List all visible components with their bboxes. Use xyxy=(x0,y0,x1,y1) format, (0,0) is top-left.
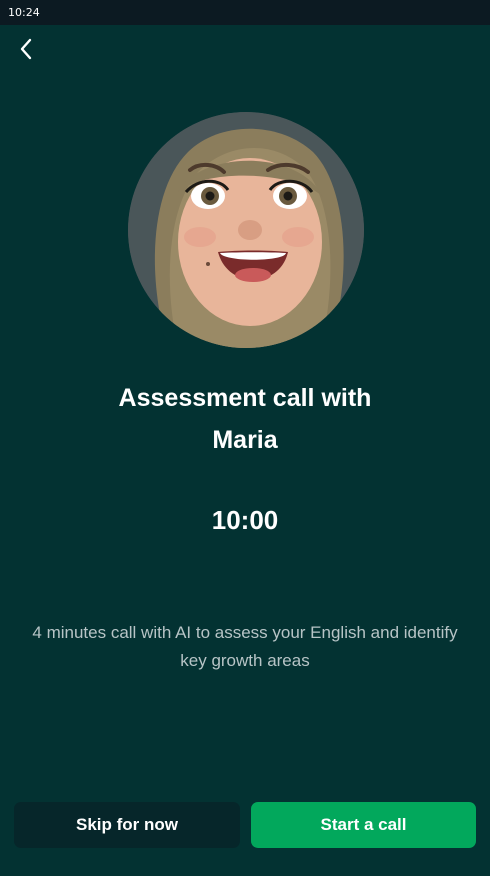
memoji-avatar-icon xyxy=(128,112,364,348)
chevron-left-icon xyxy=(20,38,32,60)
call-timer: 10:00 xyxy=(211,505,279,535)
call-description: 4 minutes call with AI to assess your En… xyxy=(32,623,458,670)
status-bar: 10:24 xyxy=(0,0,490,25)
call-title-line-1: Assessment call with xyxy=(118,384,372,412)
status-time: 10:24 xyxy=(8,6,40,19)
assessment-call-screen: Assessment call with Maria 10:00 4 minut… xyxy=(0,25,490,876)
start-call-button[interactable]: Start a call xyxy=(251,802,476,848)
avatar xyxy=(128,112,364,348)
back-button[interactable] xyxy=(14,35,38,63)
call-title-line-2: Maria xyxy=(212,426,278,454)
call-title: Assessment call with Maria xyxy=(0,377,490,461)
skip-button[interactable]: Skip for now xyxy=(14,802,240,848)
